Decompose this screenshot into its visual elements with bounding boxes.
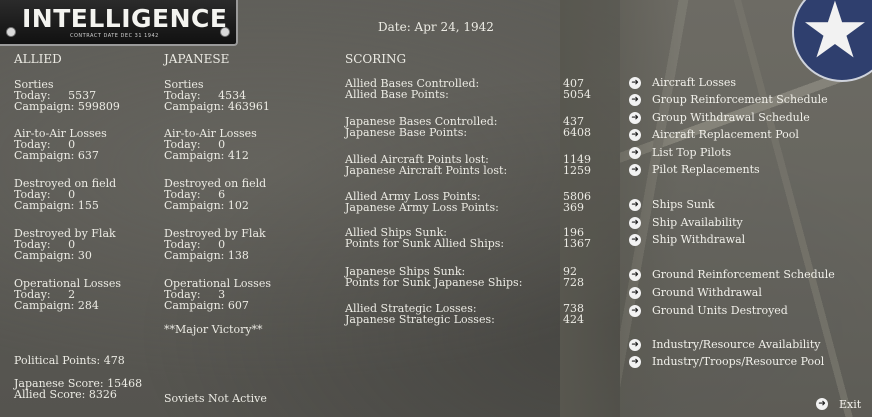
japanese-operational: Operational Losses Today: 3 Campaign: 60… bbox=[164, 278, 271, 311]
menu-item[interactable]: Ground Withdrawal bbox=[652, 286, 762, 299]
arrow-right-icon[interactable]: ➜ bbox=[629, 356, 641, 368]
scores: Japanese Score: 15468 Allied Score: 8326 bbox=[14, 378, 142, 400]
scoring-label: Points for Sunk Japanese Ships: bbox=[345, 276, 523, 289]
stat-campaign: Campaign: 30 bbox=[14, 249, 92, 262]
arrow-right-icon[interactable]: ➜ bbox=[629, 339, 641, 351]
stat-campaign: Campaign: 607 bbox=[164, 299, 249, 312]
page-title: INTELLIGENCE bbox=[22, 4, 228, 33]
japanese-heading: JAPANESE bbox=[164, 52, 230, 66]
scoring-label: Japanese Army Loss Points: bbox=[345, 201, 499, 214]
arrow-right-icon[interactable]: ➜ bbox=[629, 77, 641, 89]
arrow-right-icon[interactable]: ➜ bbox=[629, 234, 641, 246]
menu-item[interactable]: Ships Sunk bbox=[652, 198, 715, 211]
arrow-right-icon[interactable]: ➜ bbox=[629, 217, 641, 229]
menu-item[interactable]: List Top Pilots bbox=[652, 146, 731, 159]
japanese-destroyed-flak: Destroyed by Flak Today: 0 Campaign: 138 bbox=[164, 228, 266, 261]
menu-item[interactable]: Ground Reinforcement Schedule bbox=[652, 268, 835, 281]
political-points: Political Points: 478 bbox=[14, 354, 125, 367]
menu-item[interactable]: Group Reinforcement Schedule bbox=[652, 93, 828, 106]
japanese-sorties: Sorties Today: 4534 Campaign: 463961 bbox=[164, 79, 270, 112]
menu-item[interactable]: Aircraft Replacement Pool bbox=[652, 128, 799, 141]
scoring-value: 369 bbox=[563, 201, 584, 214]
scoring-label: Japanese Base Points: bbox=[345, 126, 468, 139]
arrow-right-icon[interactable]: ➜ bbox=[629, 287, 641, 299]
victory-status: **Major Victory** bbox=[164, 323, 263, 336]
stat-campaign: Campaign: 102 bbox=[164, 199, 249, 212]
scoring-value: 1259 bbox=[563, 164, 591, 177]
stat-campaign: Campaign: 412 bbox=[164, 149, 249, 162]
arrow-right-icon[interactable]: ➜ bbox=[629, 94, 641, 106]
menu-item[interactable]: Pilot Replacements bbox=[652, 163, 760, 176]
arrow-right-icon[interactable]: ➜ bbox=[629, 112, 641, 124]
menu-item[interactable]: Group Withdrawal Schedule bbox=[652, 111, 810, 124]
arrow-right-icon[interactable]: ➜ bbox=[629, 164, 641, 176]
scoring-value: 424 bbox=[563, 313, 584, 326]
contract-date: CONTRACT DATE DEC 31 1942 bbox=[70, 33, 159, 39]
stat-campaign: Campaign: 463961 bbox=[164, 100, 270, 113]
scoring-heading: SCORING bbox=[345, 52, 407, 66]
stat-campaign: Campaign: 637 bbox=[14, 149, 99, 162]
stat-campaign: Campaign: 284 bbox=[14, 299, 99, 312]
scoring-label: Japanese Aircraft Points lost: bbox=[345, 164, 508, 177]
exit-arrow-icon[interactable]: ➜ bbox=[816, 398, 828, 410]
menu-item[interactable]: Ship Availability bbox=[652, 216, 743, 229]
rivet-icon bbox=[6, 27, 16, 37]
allied-destroyed-flak: Destroyed by Flak Today: 0 Campaign: 30 bbox=[14, 228, 116, 261]
stat-campaign: Campaign: 155 bbox=[14, 199, 99, 212]
menu-item[interactable]: Ship Withdrawal bbox=[652, 233, 745, 246]
allied-operational: Operational Losses Today: 2 Campaign: 28… bbox=[14, 278, 121, 311]
scoring-label: Japanese Strategic Losses: bbox=[345, 313, 495, 326]
scoring-value: 728 bbox=[563, 276, 584, 289]
allied-sorties: Sorties Today: 5537 Campaign: 599809 bbox=[14, 79, 120, 112]
scoring-value: 5054 bbox=[563, 88, 591, 101]
soviets-status: Soviets Not Active bbox=[164, 392, 267, 405]
menu-item[interactable]: Industry/Resource Availability bbox=[652, 338, 820, 351]
stat-campaign: Campaign: 599809 bbox=[14, 100, 120, 113]
scoring-value: 6408 bbox=[563, 126, 591, 139]
menu-item[interactable]: Ground Units Destroyed bbox=[652, 304, 788, 317]
arrow-right-icon[interactable]: ➜ bbox=[629, 269, 641, 281]
scoring-label: Points for Sunk Allied Ships: bbox=[345, 237, 505, 250]
allied-score: Allied Score: 8326 bbox=[14, 388, 117, 401]
allied-destroyed-field: Destroyed on field Today: 0 Campaign: 15… bbox=[14, 178, 116, 211]
arrow-right-icon[interactable]: ➜ bbox=[629, 129, 641, 141]
allied-air-to-air: Air-to-Air Losses Today: 0 Campaign: 637 bbox=[14, 128, 107, 161]
japanese-destroyed-field: Destroyed on field Today: 6 Campaign: 10… bbox=[164, 178, 266, 211]
allied-heading: ALLIED bbox=[14, 52, 62, 66]
scoring-label: Allied Base Points: bbox=[345, 88, 449, 101]
arrow-right-icon[interactable]: ➜ bbox=[629, 199, 641, 211]
japanese-air-to-air: Air-to-Air Losses Today: 0 Campaign: 412 bbox=[164, 128, 257, 161]
scoring-value: 1367 bbox=[563, 237, 591, 250]
arrow-right-icon[interactable]: ➜ bbox=[629, 147, 641, 159]
stat-campaign: Campaign: 138 bbox=[164, 249, 249, 262]
arrow-right-icon[interactable]: ➜ bbox=[629, 305, 641, 317]
menu-item[interactable]: Aircraft Losses bbox=[652, 76, 736, 89]
menu-item[interactable]: Industry/Troops/Resource Pool bbox=[652, 355, 824, 368]
current-date: Date: Apr 24, 1942 bbox=[378, 20, 494, 34]
exit-button[interactable]: Exit bbox=[839, 398, 861, 411]
star-icon: ★ bbox=[800, 0, 870, 76]
